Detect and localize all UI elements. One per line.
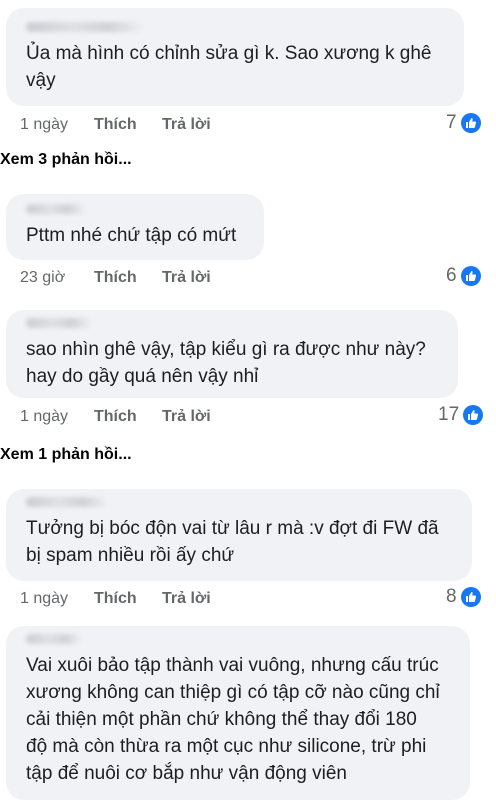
reply-button[interactable]: Trả lời	[162, 116, 211, 134]
commenter-name-redacted	[26, 204, 86, 214]
reply-button[interactable]: Trả lời	[162, 269, 211, 287]
reply-button[interactable]: Trả lời	[162, 590, 211, 608]
view-replies-link[interactable]: Xem 1 phản hồi...	[0, 446, 132, 464]
thumbs-up-icon	[460, 266, 481, 286]
reaction-count[interactable]: 7	[446, 112, 481, 134]
like-button[interactable]: Thích	[94, 590, 137, 608]
comment-bubble[interactable]: Vai xuôi bảo tập thành vai vuông, nhưng …	[6, 626, 470, 800]
like-button[interactable]: Thích	[94, 116, 137, 134]
comment-bubble[interactable]: Ủa mà hình có chỉnh sửa gì k. Sao xương …	[6, 8, 464, 106]
comment-time[interactable]: 1 ngày	[20, 590, 68, 608]
reaction-count[interactable]: 8	[446, 586, 481, 608]
comment-text: Tưởng bị bóc độn vai từ lâu r mà :v đợt …	[26, 518, 439, 566]
comment-actions: 1 ngày Thích Trả lời	[20, 116, 320, 138]
comment-bubble[interactable]: Pttm nhé chứ tập có mứt	[6, 194, 264, 260]
comment-text: Ủa mà hình có chỉnh sửa gì k. Sao xương …	[26, 43, 432, 91]
comment-2: Pttm nhé chứ tập có mứt	[6, 194, 264, 260]
comment-actions: 1 ngày Thích Trả lời	[20, 408, 320, 430]
comment-4: Tưởng bị bóc độn vai từ lâu r mà :v đợt …	[6, 489, 472, 581]
reply-button[interactable]: Trả lời	[162, 408, 211, 426]
comment-3: sao nhìn ghê vậy, tập kiểu gì ra được nh…	[6, 310, 458, 398]
thumbs-up-icon	[460, 113, 481, 133]
comment-time[interactable]: 23 giờ	[20, 269, 65, 287]
comment-text: sao nhìn ghê vậy, tập kiểu gì ra được nh…	[26, 339, 426, 387]
thumbs-up-icon	[460, 587, 481, 607]
comment-text: Vai xuôi bảo tập thành vai vuông, nhưng …	[26, 655, 440, 784]
comment-time[interactable]: 1 ngày	[20, 408, 68, 426]
comment-1: Ủa mà hình có chỉnh sửa gì k. Sao xương …	[6, 8, 464, 106]
reaction-count[interactable]: 17	[438, 404, 484, 426]
comment-bubble[interactable]: Tưởng bị bóc độn vai từ lâu r mà :v đợt …	[6, 489, 472, 581]
comment-actions: 23 giờ Thích Trả lời	[20, 269, 320, 291]
comment-time[interactable]: 1 ngày	[20, 116, 68, 134]
comment-5: Vai xuôi bảo tập thành vai vuông, nhưng …	[6, 626, 470, 800]
commenter-name-redacted	[26, 22, 144, 32]
commenter-name-redacted	[26, 318, 92, 328]
like-button[interactable]: Thích	[94, 408, 137, 426]
view-replies-link[interactable]: Xem 3 phản hồi...	[0, 151, 132, 169]
reaction-number: 6	[446, 265, 457, 286]
thumbs-up-icon	[463, 405, 484, 425]
commenter-name-redacted	[26, 497, 108, 507]
reaction-number: 8	[446, 586, 457, 607]
comment-text: Pttm nhé chứ tập có mứt	[26, 225, 237, 246]
like-button[interactable]: Thích	[94, 269, 137, 287]
reaction-count[interactable]: 6	[446, 265, 481, 287]
comment-actions: 1 ngày Thích Trả lời	[20, 590, 320, 612]
comment-bubble[interactable]: sao nhìn ghê vậy, tập kiểu gì ra được nh…	[6, 310, 458, 398]
reaction-number: 7	[446, 112, 457, 133]
commenter-name-redacted	[26, 634, 82, 644]
reaction-number: 17	[438, 404, 460, 425]
